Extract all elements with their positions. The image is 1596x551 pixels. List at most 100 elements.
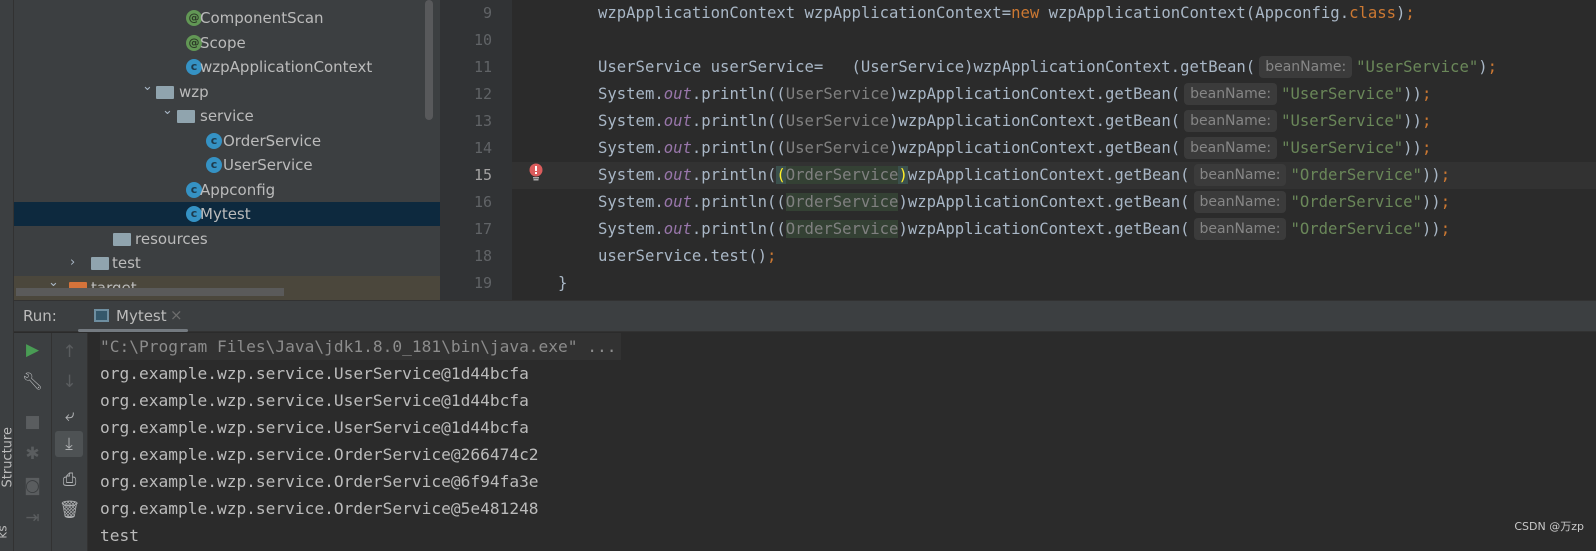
tree-item-wzp[interactable]: ⌄ wzp <box>14 79 440 104</box>
error-bulb-icon[interactable] <box>528 163 544 181</box>
code-token: .println(( <box>691 193 786 211</box>
tree-horizontal-scrollbar[interactable] <box>16 288 284 296</box>
line-number: 14 <box>473 139 492 157</box>
code-token: "OrderService" <box>1290 193 1422 211</box>
line-number: 17 <box>473 220 492 238</box>
code-line[interactable]: System.out.println((OrderService)wzpAppl… <box>512 162 1596 189</box>
code-line[interactable]: wzpApplicationContext wzpApplicationCont… <box>512 0 1596 27</box>
code-token: )wzpApplicationContext.getBean( <box>898 193 1190 211</box>
tree-item-label: ComponentScan <box>200 9 324 27</box>
structure-tool-tab[interactable]: Structure <box>1 427 16 487</box>
parameter-hint: beanName: <box>1184 137 1278 159</box>
tree-vertical-scrollbar[interactable] <box>425 0 433 120</box>
code-token: .println(( <box>691 112 786 130</box>
code-token: ; <box>1421 85 1432 103</box>
code-token: .println( <box>691 166 777 184</box>
run-panel-header: Run: Mytest × <box>14 300 1596 332</box>
code-token: userService.test() <box>598 247 767 265</box>
scroll-to-end-icon[interactable]: ⤓ <box>55 431 83 457</box>
code-token: )wzpApplicationContext.getBean( <box>889 85 1181 103</box>
chevron-down-icon[interactable]: ⌄ <box>142 75 153 99</box>
line-number: 15 <box>473 166 492 184</box>
code-token: ; <box>1440 193 1451 211</box>
code-token: )) <box>1403 112 1422 130</box>
code-line[interactable]: userService.test(); <box>512 243 1596 270</box>
wrench-icon[interactable]: 🔧︎ <box>14 369 51 395</box>
code-token: wzpApplicationContext.getBean( <box>907 166 1190 184</box>
tree-item-appconfig[interactable]: c Appconfig <box>14 178 440 202</box>
code-line[interactable]: System.out.println((UserService)wzpAppli… <box>512 108 1596 135</box>
close-tab-icon[interactable]: × <box>170 306 183 324</box>
code-line[interactable] <box>512 27 1596 54</box>
code-token: UserService <box>785 139 890 157</box>
code-token: "UserService" <box>1356 58 1479 76</box>
rerun-icon[interactable]: ▶ <box>14 337 51 363</box>
exit-icon[interactable]: ⇥ <box>14 505 51 531</box>
code-token: "UserService" <box>1281 139 1404 157</box>
code-token: System. <box>598 220 664 238</box>
tree-item-label: Scope <box>200 33 246 52</box>
code-line[interactable]: System.out.println((OrderService)wzpAppl… <box>512 189 1596 216</box>
debug-icon[interactable]: ✱ <box>14 441 51 467</box>
parameter-hint: beanName: <box>1184 110 1278 132</box>
run-label: Run: <box>23 307 57 325</box>
line-number: 10 <box>473 31 492 49</box>
class-icon: c <box>206 157 222 173</box>
code-token: wzpApplicationContext wzpApplicationCont… <box>598 4 1012 22</box>
code-token: )) <box>1421 220 1441 238</box>
up-arrow-icon[interactable]: ↑ <box>52 339 87 365</box>
line-number: 12 <box>473 85 492 103</box>
code-token: )) <box>1421 193 1441 211</box>
stop-icon[interactable]: ■ <box>14 409 51 435</box>
console-command-line: "C:\Program Files\Java\jdk1.8.0_181\bin\… <box>100 333 621 360</box>
code-token: } <box>558 274 568 292</box>
code-line[interactable]: System.out.println((UserService)wzpAppli… <box>512 81 1596 108</box>
parameter-hint: beanName: <box>1193 191 1287 213</box>
code-token: System. <box>598 193 664 211</box>
tree-item-orderservice[interactable]: c OrderService <box>14 129 440 153</box>
code-token: out <box>663 166 692 184</box>
bookmarks-tool-tab[interactable]: ks <box>0 525 10 538</box>
chevron-right-icon[interactable]: › <box>70 251 75 275</box>
code-line[interactable]: UserService userService= (UserService)wz… <box>512 54 1596 81</box>
code-token: ; <box>767 247 777 265</box>
line-number: 18 <box>473 247 492 265</box>
trash-icon[interactable]: 🗑︎ <box>52 497 87 523</box>
code-token: new <box>1011 4 1040 22</box>
code-token: ; <box>1440 166 1451 184</box>
tree-item-mytest[interactable]: c Mytest <box>14 202 440 226</box>
code-token: ; <box>1421 112 1432 130</box>
code-line[interactable]: System.out.println((OrderService)wzpAppl… <box>512 216 1596 243</box>
tree-item-wzpapplicationcontext[interactable]: c wzpApplicationContext <box>14 55 440 79</box>
tree-item-userservice[interactable]: c UserService <box>14 153 440 177</box>
console-output[interactable]: "C:\Program Files\Java\jdk1.8.0_181\bin\… <box>88 333 1596 551</box>
project-tree: @ ComponentScan @ Scope c wzpApplicationConte… <box>14 0 440 300</box>
chevron-down-icon[interactable]: ⌄ <box>162 99 173 123</box>
code-token: ) <box>1396 4 1406 22</box>
print-icon[interactable]: ⎙ <box>52 467 87 493</box>
camera-icon[interactable]: ◙ <box>14 473 51 499</box>
code-token: "UserService" <box>1281 112 1404 130</box>
code-line[interactable]: } <box>512 270 1596 297</box>
tree-item-label: Mytest <box>200 205 251 223</box>
tab-mytest[interactable]: Mytest × <box>78 301 188 332</box>
tree-item-resources[interactable]: resources <box>14 227 440 251</box>
code-token: .println(( <box>691 85 786 103</box>
tree-item-componentscan[interactable]: @ ComponentScan <box>14 6 440 30</box>
code-token: )) <box>1403 139 1422 157</box>
code-editor[interactable]: wzpApplicationContext wzpApplicationCont… <box>512 0 1596 300</box>
code-line[interactable]: System.out.println((UserService)wzpAppli… <box>512 135 1596 162</box>
down-arrow-icon[interactable]: ↓ <box>52 369 87 395</box>
tree-item-service[interactable]: ⌄ service <box>14 103 440 128</box>
parameter-hint: beanName: <box>1184 83 1278 105</box>
code-token: System. <box>598 139 664 157</box>
code-token: OrderService <box>785 220 899 238</box>
code-token: out <box>663 112 692 130</box>
tree-item-test[interactable]: › test <box>14 251 440 275</box>
parameter-hint: beanName: <box>1259 56 1353 78</box>
tree-item-scope[interactable]: @ Scope <box>14 31 440 55</box>
soft-wrap-icon[interactable]: ⤶ <box>52 403 87 429</box>
code-token: )wzpApplicationContext.getBean( <box>889 139 1181 157</box>
console-output-line: test <box>100 526 139 545</box>
line-number: 9 <box>482 4 492 22</box>
